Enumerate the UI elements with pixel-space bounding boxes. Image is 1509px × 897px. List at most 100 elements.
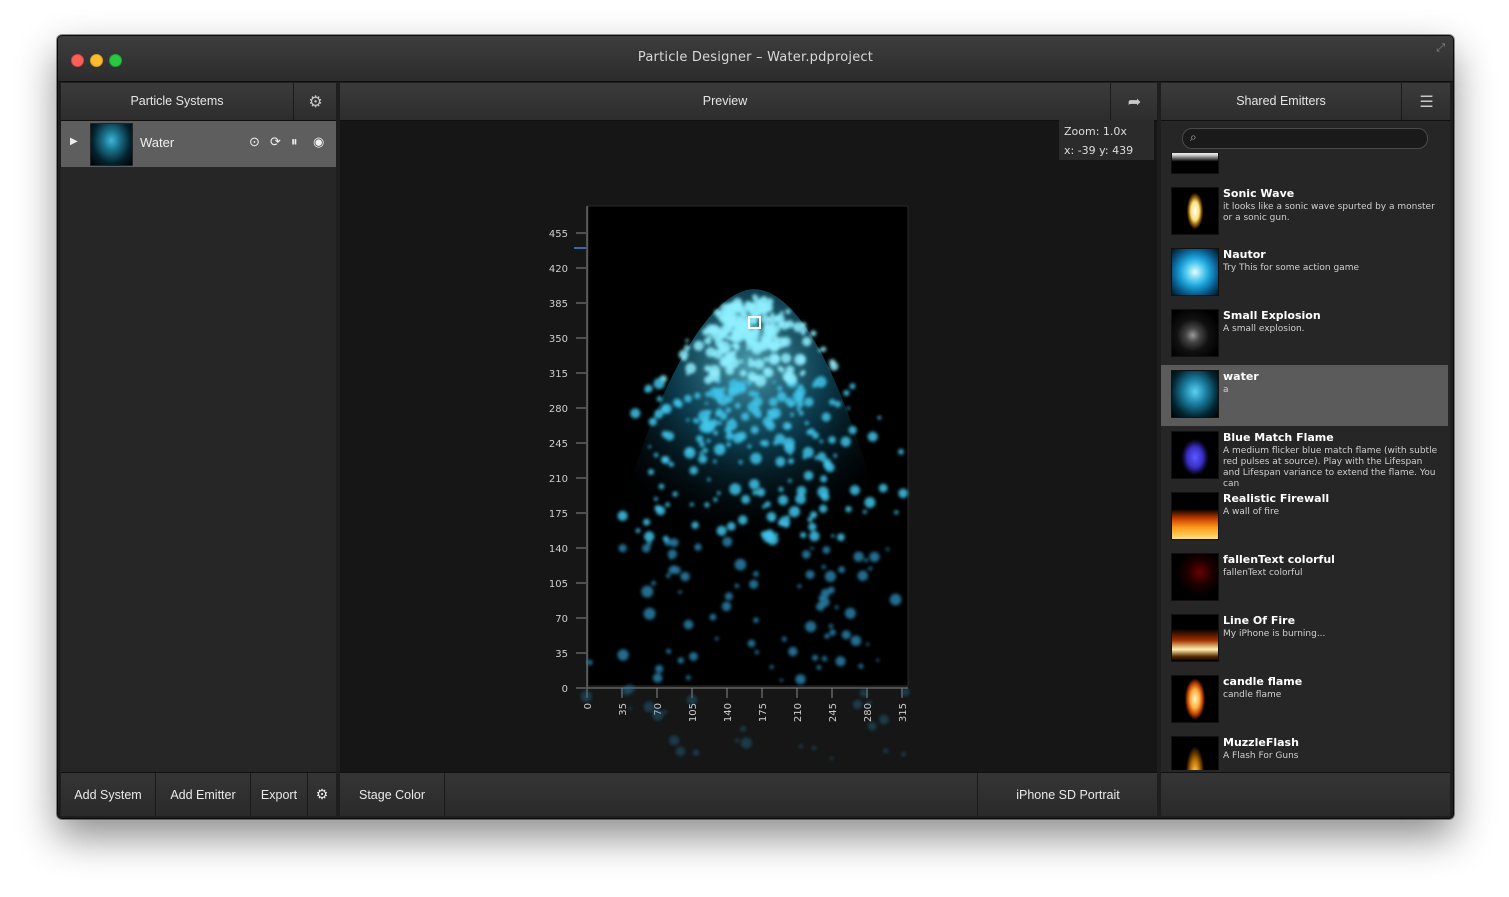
preview-panel: Preview ➦ Zoom: 1.0x x: -39 y: 439 455 42… [340,83,1157,816]
y-tick-label: 140 [549,544,568,555]
shared-emitters-title: Shared Emitters [1236,94,1326,108]
emitter-item[interactable]: Nautor Try This for some action game [1161,243,1448,304]
y-tick-label: 420 [549,264,568,275]
y-tick-label: 35 [555,649,568,660]
add-emitter-button[interactable]: Add Emitter [156,773,251,816]
emitter-thumbnail [1171,187,1219,235]
emitter-thumbnail [1171,492,1219,540]
x-tick-label: 315 [898,703,909,722]
emitter-description: A medium flicker blue match flame (with … [1223,446,1438,489]
right-footer [1161,772,1450,816]
visibility-eye-icon[interactable]: ◉ [313,134,324,150]
emitter-name: Realistic Firewall [1223,492,1330,505]
share-icon[interactable]: ➦ [1110,83,1158,120]
y-tick-label: 280 [549,404,568,415]
emitter-name: Blue Match Flame [1223,431,1334,444]
y-tick-label: 385 [549,299,568,310]
title-bar: Particle Designer – Water.pdproject ⤢ [58,36,1453,82]
stage-color-button[interactable]: Stage Color [340,773,445,816]
target-icon[interactable]: ⊙ [249,134,260,150]
emitter-item[interactable]: imitates moving clouds in the sky. [1161,153,1448,182]
emitter-item[interactable]: water a [1161,365,1448,426]
preview-title: Preview [702,94,748,108]
x-tick-label: 105 [688,703,699,722]
search-bar: ⌕ [1161,121,1450,153]
particle-systems-header: Particle Systems ⚙ [61,83,336,121]
y-tick-label: 105 [549,579,568,590]
emitter-description: A wall of fire [1223,507,1279,517]
x-tick-label: 245 [828,703,839,722]
emitter-description: a [1223,385,1229,395]
emitter-name: fallenText colorful [1223,553,1335,566]
emitter-description: it looks like a sonic wave spurted by a … [1223,202,1435,223]
emitter-name: Sonic Wave [1223,187,1295,200]
particle-stage[interactable]: 455420385350315280245210175140105703500 3… [340,121,1157,771]
x-tick-label: 35 [618,703,629,716]
emitter-item[interactable]: Sonic Wave it looks like a sonic wave spu… [1161,182,1448,243]
emitter-thumbnail [1171,736,1219,770]
emitter-item[interactable]: fallenText colorful fallenText colorful [1161,548,1448,609]
y-tick-label: 315 [549,369,568,380]
emitter-name: Line Of Fire [1223,614,1296,627]
shared-emitters-list[interactable]: imitates moving clouds in the sky.Sonic … [1161,153,1448,770]
panel-title: Particle Systems [130,94,224,108]
emitter-description: candle flame [1223,690,1282,700]
x-tick-label: 0 [583,703,594,709]
emitter-item[interactable]: Blue Match Flame A medium flicker blue ma… [1161,426,1448,489]
emitter-description: A Flash For Guns [1223,751,1299,761]
y-tick-label: 245 [549,439,568,450]
disclosure-triangle-icon[interactable]: ▶ [70,136,78,147]
y-tick-label: 175 [549,509,568,520]
emitter-thumbnail [1171,553,1219,601]
search-input[interactable]: ⌕ [1182,128,1428,149]
emitter-name: MuzzleFlash [1223,736,1299,749]
emitter-thumbnail [1171,614,1219,662]
search-icon: ⌕ [1190,130,1197,144]
add-system-button[interactable]: Add System [61,773,156,816]
emitter-item[interactable]: MuzzleFlash A Flash For Guns [1161,731,1448,770]
emitter-thumbnail [1171,675,1219,723]
emitter-description: My iPhone is burning... [1223,629,1326,639]
emitter-thumbnail [1171,248,1219,296]
emitter-name: Nautor [1223,248,1266,261]
emitter-description: A small explosion. [1223,324,1305,334]
system-name: Water [140,135,175,150]
window-title: Particle Designer – Water.pdproject [637,50,874,65]
y-tick-label: 0 [562,684,568,695]
device-selector[interactable]: iPhone SD Portrait [977,773,1158,816]
emitter-name: water [1223,370,1259,383]
shared-emitters-panel: Shared Emitters ☰ ⌕ imitates moving clou… [1161,83,1450,816]
gear-icon[interactable]: ⚙ [293,83,337,120]
emitter-item[interactable]: Realistic Firewall A wall of fire [1161,487,1448,548]
x-tick-label: 175 [758,703,769,722]
y-tick-label: 350 [549,334,568,345]
emitter-description: Try This for some action game [1223,263,1360,273]
emitter-item[interactable]: Small Explosion A small explosion. [1161,304,1448,365]
emitter-item[interactable]: candle flame candle flame [1161,670,1448,731]
system-row-water[interactable]: ▶ Water ⊙ ⟳ ⏸ ◉ [61,121,336,167]
emitter-thumbnail [1171,431,1219,479]
y-tick-label: 210 [549,474,568,485]
filter-sliders-icon[interactable]: ☰ [1401,83,1451,120]
emitter-name: Small Explosion [1223,309,1321,322]
emitter-item[interactable]: Line Of Fire My iPhone is burning... [1161,609,1448,670]
left-footer: Add System Add Emitter Export ⚙ [61,772,336,816]
y-tick-label: 70 [555,614,568,625]
pause-icon[interactable]: ⏸ [291,134,298,150]
app-window: Particle Designer – Water.pdproject ⤢ Pa… [57,35,1454,819]
preview-footer: Stage Color iPhone SD Portrait [340,772,1157,816]
x-tick-label: 210 [793,703,804,722]
emitter-thumbnail [1171,153,1219,174]
particle-systems-panel: Particle Systems ⚙ ▶ Water ⊙ ⟳ ⏸ ◉ Add S… [61,83,336,816]
preview-header: Preview ➦ [340,83,1157,121]
fullscreen-icon[interactable]: ⤢ [1436,42,1445,55]
emitter-description: fallenText colorful [1223,568,1303,578]
emitter-name: candle flame [1223,675,1303,688]
export-settings-icon[interactable]: ⚙ [308,773,336,816]
x-tick-label: 280 [863,703,874,722]
system-thumbnail [90,123,133,166]
y-tick-label: 455 [549,229,568,240]
x-tick-label: 140 [723,703,734,722]
export-button[interactable]: Export [251,773,308,816]
refresh-icon[interactable]: ⟳ [270,134,281,150]
